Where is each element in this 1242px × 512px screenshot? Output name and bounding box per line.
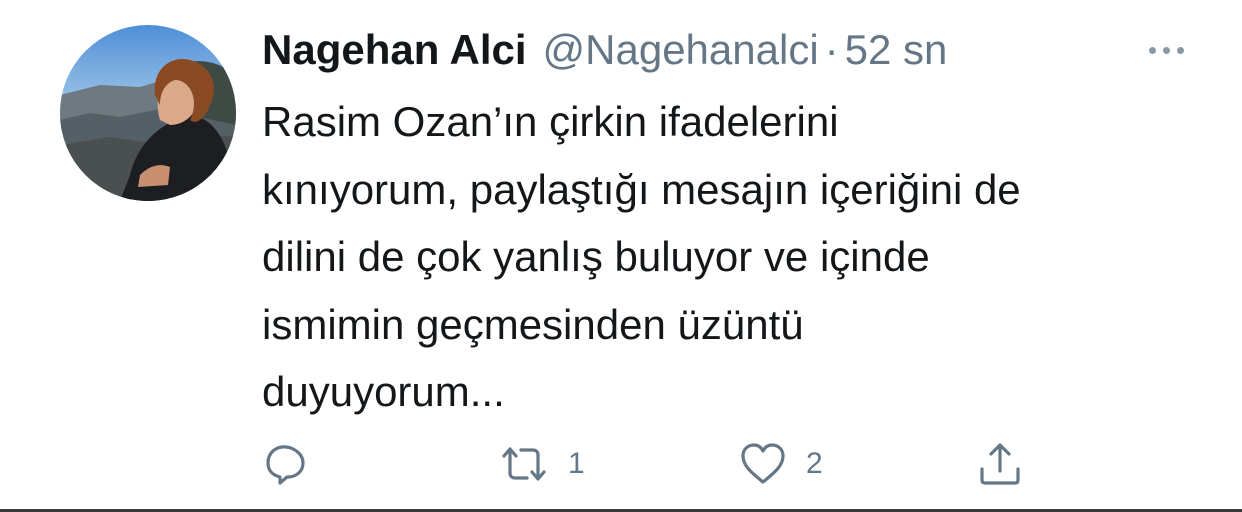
reply-bubble-icon <box>266 445 305 485</box>
avatar[interactable] <box>60 25 236 201</box>
like-button[interactable]: 2 <box>738 438 823 490</box>
share-icon <box>980 443 1020 485</box>
retweet-button[interactable]: 1 <box>498 438 585 490</box>
tweet-text-line: ismimin geçmesinden üzüntü <box>262 300 804 348</box>
tweet-text-line: dilini de çok yanlış buluyor ve içinde <box>262 233 930 280</box>
like-count: 2 <box>806 447 823 480</box>
author-handle[interactable]: @Nagehanalci <box>543 26 819 74</box>
more-horizontal-icon <box>1176 46 1184 54</box>
more-horizontal-icon <box>1148 46 1156 54</box>
tweet-actions: 1 2 <box>262 438 1042 490</box>
tweet-header: Nagehan Alci @Nagehanalci · 52 sn <box>262 24 947 76</box>
retweet-count: 1 <box>568 447 585 480</box>
more-options-button[interactable] <box>1134 30 1198 70</box>
tweet-text-line: kınıyorum, paylaştığı mesajın içeriğini … <box>262 165 1021 213</box>
author-name[interactable]: Nagehan Alci <box>262 26 527 74</box>
more-horizontal-icon <box>1162 46 1170 54</box>
tweet-text-line: duyuyorum... <box>262 368 505 415</box>
header-separator: · <box>824 26 839 73</box>
tweet-card: Nagehan Alci @Nagehanalci · 52 sn Rasim … <box>0 0 1242 512</box>
tweet-text: Rasim Ozan’ın çirkin ifadelerini kınıyor… <box>262 88 1222 426</box>
heart-icon <box>741 443 785 484</box>
retweet-icon <box>502 447 546 481</box>
tweet-text-line: Rasim Ozan’ın çirkin ifadelerini <box>262 98 839 145</box>
share-button[interactable] <box>976 438 1024 490</box>
reply-button[interactable] <box>262 438 310 490</box>
tweet-timestamp[interactable]: 52 sn <box>845 26 948 74</box>
avatar-photo <box>60 25 236 201</box>
